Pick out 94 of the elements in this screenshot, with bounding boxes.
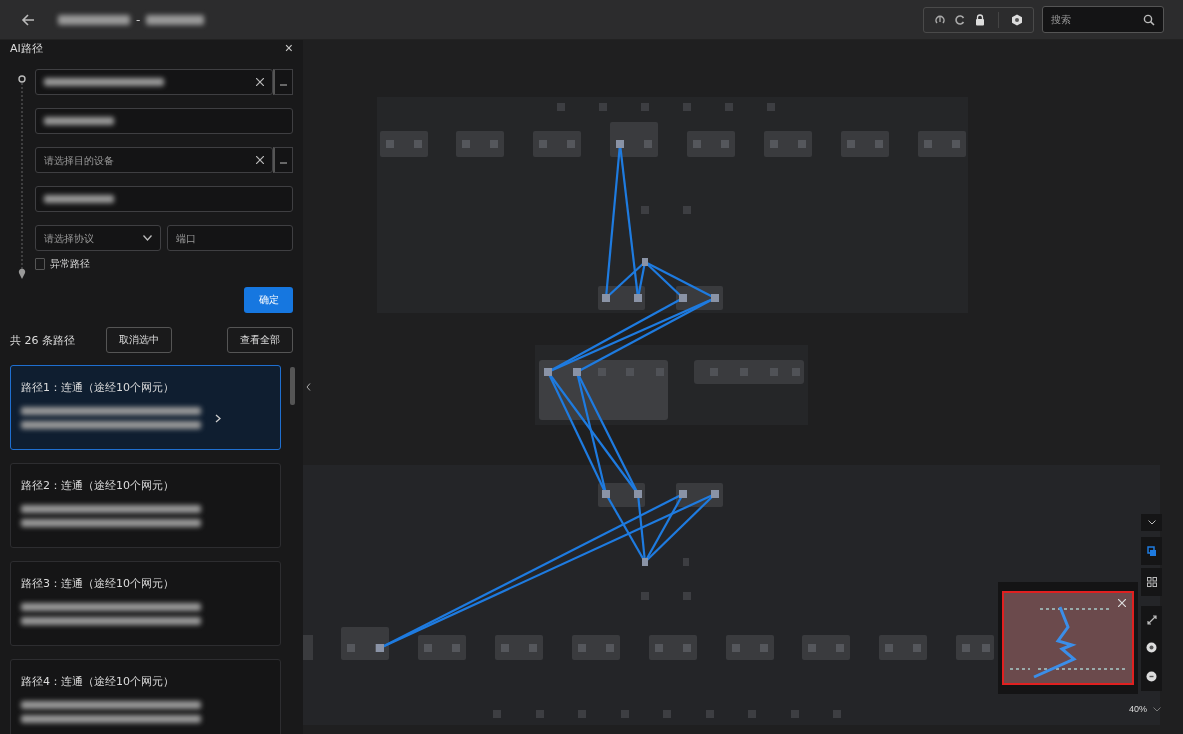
device-group[interactable] xyxy=(726,635,774,660)
node-square[interactable] xyxy=(833,710,841,718)
path-card[interactable]: 路径1：连通（途经10个网元） xyxy=(10,365,281,450)
node-square[interactable] xyxy=(536,710,544,718)
node-square[interactable] xyxy=(683,558,689,566)
checkbox-label: 异常路径 xyxy=(50,257,90,271)
view-all-button[interactable]: 查看全部 xyxy=(227,327,293,353)
chevron-button[interactable] xyxy=(1141,514,1162,531)
path-card[interactable]: 路径4：连通（途经10个网元） xyxy=(10,659,281,734)
device-group[interactable] xyxy=(533,131,581,157)
node-square[interactable] xyxy=(706,710,714,718)
node-square[interactable] xyxy=(641,206,649,214)
zoom-out-icon[interactable] xyxy=(1146,671,1157,683)
input-field[interactable] xyxy=(35,108,293,134)
device-group[interactable] xyxy=(879,635,927,660)
lock-icon[interactable] xyxy=(974,13,986,26)
device-group[interactable] xyxy=(802,635,850,660)
device-group[interactable] xyxy=(956,635,994,660)
clear-icon[interactable] xyxy=(256,156,264,164)
zoom-select[interactable]: 40% xyxy=(1129,704,1161,714)
node-square[interactable] xyxy=(557,103,565,111)
deselect-button[interactable]: 取消选中 xyxy=(106,327,172,353)
device-group[interactable] xyxy=(841,131,889,157)
panel-title: AI路径 xyxy=(10,40,43,56)
input-field[interactable]: 请选择目的设备 xyxy=(35,147,273,173)
layers-icon xyxy=(1146,545,1157,557)
more-button[interactable] xyxy=(273,69,293,95)
refresh-icon[interactable] xyxy=(934,13,946,26)
blurred-text xyxy=(44,195,114,203)
path-card[interactable]: 路径3：连通（途经10个网元） xyxy=(10,561,281,646)
device-group[interactable] xyxy=(610,122,658,157)
chevron-down-icon xyxy=(1147,520,1156,525)
device-group[interactable] xyxy=(572,635,620,660)
blurred-text xyxy=(44,117,114,125)
confirm-button[interactable]: 确定 xyxy=(244,287,293,313)
device-group[interactable] xyxy=(495,635,543,660)
chevron-left-icon xyxy=(306,383,311,391)
device-group[interactable] xyxy=(649,635,697,660)
device-group[interactable] xyxy=(764,131,812,157)
layer-button[interactable] xyxy=(1141,537,1162,565)
device-group[interactable] xyxy=(341,627,389,660)
node-square[interactable] xyxy=(748,710,756,718)
node-square[interactable] xyxy=(683,206,691,214)
input-field[interactable] xyxy=(35,186,293,212)
node-square[interactable] xyxy=(725,103,733,111)
node-square[interactable] xyxy=(599,103,607,111)
clear-icon[interactable] xyxy=(256,78,264,86)
device-group[interactable] xyxy=(418,635,466,660)
grid-icon xyxy=(1146,577,1157,587)
node-square[interactable] xyxy=(641,592,649,600)
zoom-in-icon[interactable] xyxy=(1146,642,1157,654)
device-group[interactable] xyxy=(687,131,735,157)
checkbox[interactable] xyxy=(35,258,45,270)
close-button[interactable]: × xyxy=(280,40,293,56)
hexagon-icon[interactable] xyxy=(1011,13,1023,26)
protocol-select[interactable]: 请选择协议 xyxy=(35,225,161,251)
node-square[interactable] xyxy=(767,103,775,111)
path-title: 路径2：连通（途经10个网元） xyxy=(21,478,175,493)
node-square[interactable] xyxy=(493,710,501,718)
collapse-handle[interactable] xyxy=(304,381,313,393)
node-square[interactable] xyxy=(621,710,629,718)
chevron-down-icon xyxy=(1153,706,1161,712)
node-square[interactable] xyxy=(791,710,799,718)
node-square[interactable] xyxy=(641,103,649,111)
port-field[interactable]: 端口 xyxy=(167,225,293,251)
chevron-down-icon xyxy=(143,235,152,241)
node-square[interactable] xyxy=(578,710,586,718)
blurred-title xyxy=(146,14,205,25)
reload-icon[interactable] xyxy=(954,13,966,26)
input-field[interactable] xyxy=(35,69,273,95)
fit-view-icon[interactable] xyxy=(1146,614,1157,625)
path-title: 路径4：连通（途经10个网元） xyxy=(21,674,175,689)
blurred-title xyxy=(58,14,130,25)
back-arrow-icon[interactable] xyxy=(20,11,36,28)
path-title: 路径1：连通（途经10个网元） xyxy=(21,380,175,395)
grid-button[interactable] xyxy=(1141,568,1162,596)
more-button[interactable] xyxy=(273,147,293,173)
node-square[interactable] xyxy=(683,592,691,600)
path-card[interactable]: 路径2：连通（途经10个网元） xyxy=(10,463,281,548)
node-square[interactable] xyxy=(683,103,691,111)
scrollbar-thumb[interactable] xyxy=(290,367,295,405)
search-icon xyxy=(1143,14,1155,26)
device-group[interactable] xyxy=(380,131,428,157)
device-group[interactable] xyxy=(539,360,668,420)
node-square[interactable] xyxy=(663,710,671,718)
path-count: 共 26 条路径 xyxy=(10,332,76,348)
device-group[interactable] xyxy=(456,131,504,157)
path-title: 路径3：连通（途经10个网元） xyxy=(21,576,175,591)
chevron-right-icon xyxy=(215,413,221,423)
search-field[interactable]: 搜索 xyxy=(1042,6,1164,33)
close-icon[interactable] xyxy=(1118,599,1126,607)
device-group[interactable] xyxy=(918,131,966,157)
title-separator: - xyxy=(136,12,141,27)
minimap[interactable] xyxy=(998,582,1138,694)
